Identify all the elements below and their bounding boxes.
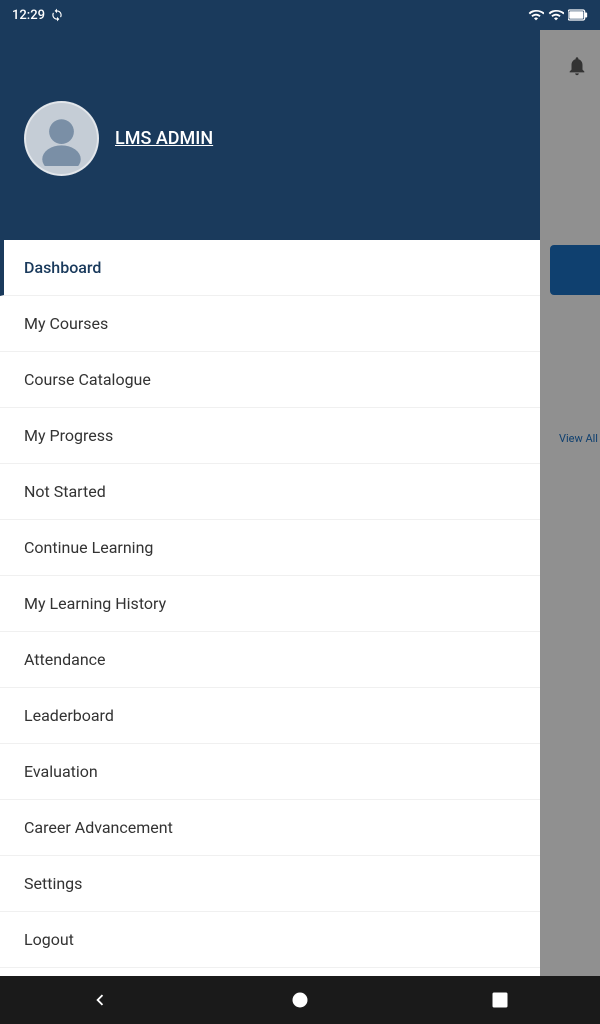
nav-item-logout[interactable]: Logout (0, 912, 540, 968)
navigation-drawer: LMS ADMIN Dashboard My Courses Course Cata… (0, 0, 540, 1024)
user-profile-area: LMS ADMIN (24, 101, 213, 176)
nav-item-evaluation[interactable]: Evaluation (0, 744, 540, 800)
nav-item-my-learning-history[interactable]: My Learning History (0, 576, 540, 632)
nav-item-label: Course Catalogue (24, 370, 151, 389)
nav-item-dashboard[interactable]: Dashboard (0, 240, 540, 296)
user-name[interactable]: LMS ADMIN (115, 128, 213, 149)
nav-item-label: Evaluation (24, 762, 98, 781)
nav-item-label: Continue Learning (24, 538, 153, 557)
nav-item-career-advancement[interactable]: Career Advancement (0, 800, 540, 856)
nav-item-label: Not Started (24, 482, 106, 501)
nav-item-label: My Courses (24, 314, 108, 333)
nav-item-label: My Progress (24, 426, 113, 445)
back-button[interactable] (75, 980, 125, 1020)
battery-icon (568, 8, 588, 22)
sync-icon (50, 8, 64, 22)
nav-item-my-courses[interactable]: My Courses (0, 296, 540, 352)
nav-item-label: Settings (24, 874, 82, 893)
nav-item-label: Career Advancement (24, 818, 173, 837)
nav-item-course-catalogue[interactable]: Course Catalogue (0, 352, 540, 408)
drawer-header: LMS ADMIN (0, 0, 540, 240)
nav-item-settings[interactable]: Settings (0, 856, 540, 912)
home-button[interactable] (275, 980, 325, 1020)
bottom-navigation (0, 976, 600, 1024)
nav-item-label: Leaderboard (24, 706, 114, 725)
status-icons (528, 7, 588, 23)
nav-item-leaderboard[interactable]: Leaderboard (0, 688, 540, 744)
time-display: 12:29 (12, 8, 45, 23)
status-bar: 12:29 (0, 0, 600, 30)
wifi-icon (528, 7, 544, 23)
recents-button[interactable] (475, 980, 525, 1020)
nav-item-label: My Learning History (24, 594, 166, 613)
nav-item-continue-learning[interactable]: Continue Learning (0, 520, 540, 576)
nav-item-label: Dashboard (24, 258, 101, 277)
nav-item-my-progress[interactable]: My Progress (0, 408, 540, 464)
avatar-icon (34, 111, 89, 166)
nav-item-attendance[interactable]: Attendance (0, 632, 540, 688)
nav-item-label: Attendance (24, 650, 106, 669)
status-time-area: 12:29 (12, 8, 64, 23)
nav-item-not-started[interactable]: Not Started (0, 464, 540, 520)
signal-icon (548, 7, 564, 23)
avatar (24, 101, 99, 176)
nav-item-label: Logout (24, 930, 74, 949)
nav-menu: Dashboard My Courses Course Catalogue My Pr… (0, 240, 540, 1024)
